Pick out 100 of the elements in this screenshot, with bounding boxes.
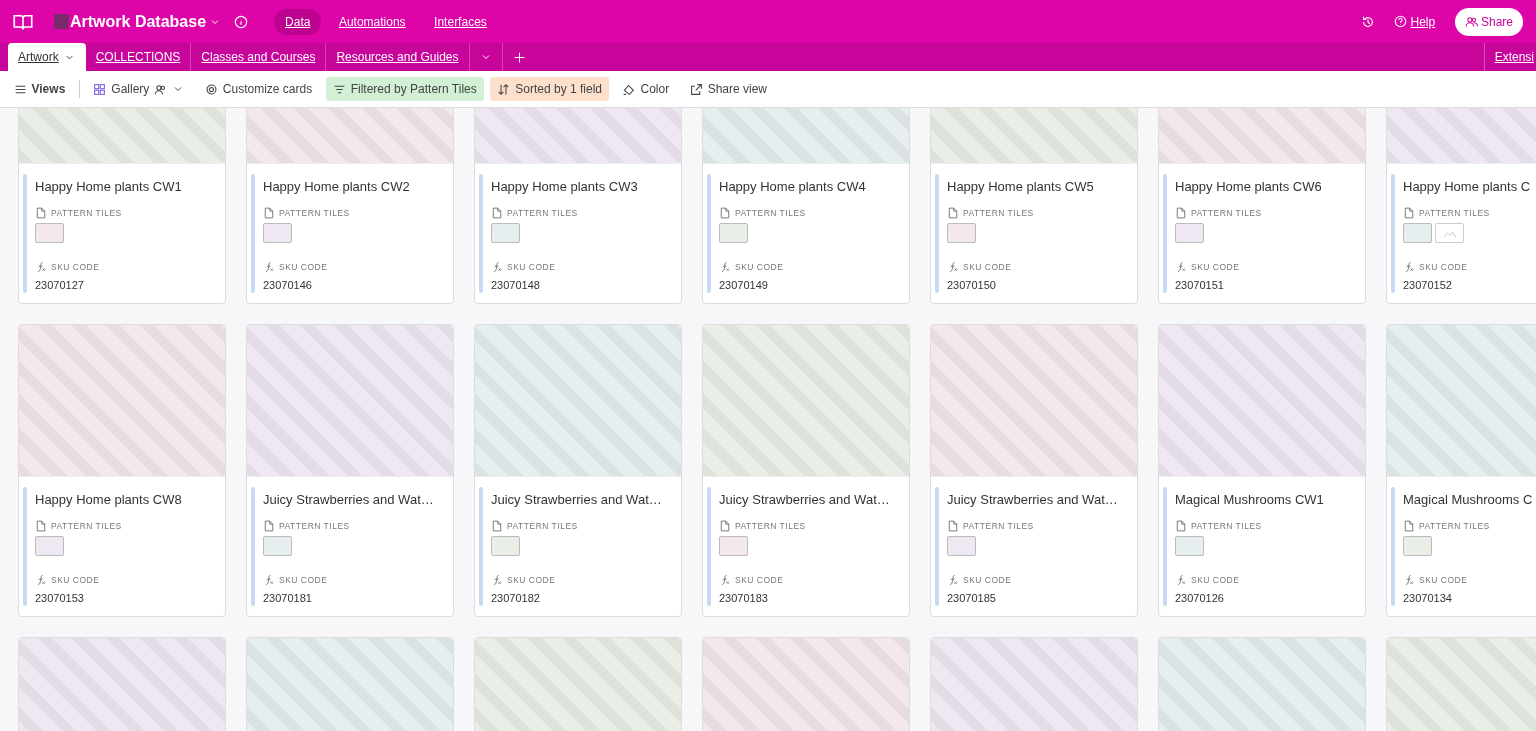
card-title: Happy Home plants CW2	[263, 178, 411, 196]
formula-icon	[719, 573, 731, 586]
attachment-thumbnail[interactable]	[263, 535, 292, 556]
toolbar-button[interactable]: Filtered by Pattern Tiles	[325, 77, 484, 101]
toolbar-button[interactable]: Gallery	[86, 77, 192, 101]
field-label: SKU CODE	[1191, 573, 1240, 587]
gallery-card[interactable]: Happy Home plants CW6 PATTERN TILES SKU CODE 23070151	[1158, 108, 1366, 304]
file-icon	[719, 519, 731, 532]
help-icon	[1394, 15, 1408, 28]
field-label: PATTERN TILES	[51, 206, 122, 220]
table-tab[interactable]: Artwork	[8, 43, 86, 71]
app-title: Artwork Database	[70, 11, 207, 32]
gallery-card[interactable]: Juicy Strawberries and Wat… PATTERN TILES SKU CODE 23070182	[474, 324, 682, 617]
formula-icon	[947, 573, 959, 586]
field-label: SKU CODE	[735, 260, 784, 274]
gallery-card[interactable]: Happy Home plants CW5 PATTERN TILES SKU CODE 23070150	[930, 108, 1138, 304]
sku-code: 23070146	[263, 277, 313, 293]
file-icon	[1175, 519, 1187, 532]
sku-code: 23070185	[947, 590, 997, 606]
card-title: Juicy Strawberries and Wat…	[491, 491, 663, 509]
sku-code: 23070150	[947, 277, 997, 293]
attachment-thumbnail[interactable]	[1403, 222, 1432, 243]
gallery-card[interactable]: Happy Home plants CW4 PATTERN TILES SKU CODE 23070149	[702, 108, 910, 304]
field-label: SKU CODE	[1419, 260, 1468, 274]
attachment-thumbnail[interactable]	[35, 222, 64, 243]
field-label: SKU CODE	[51, 573, 100, 587]
card-title: Juicy Strawberries and Wat…	[263, 491, 435, 509]
formula-icon	[263, 573, 275, 586]
field-label: PATTERN TILES	[1419, 519, 1490, 533]
field-label: PATTERN TILES	[735, 519, 806, 533]
attachment-thumbnail[interactable]	[947, 535, 976, 556]
file-icon	[263, 206, 275, 219]
formula-icon	[1403, 573, 1415, 586]
attachment-thumbnail[interactable]	[1175, 222, 1204, 243]
toolbar-button[interactable]: Sorted by 1 field	[490, 77, 609, 101]
gallery-card[interactable]: Magical Mushrooms CW1 PATTERN TILES SKU CODE 23070126	[1158, 324, 1366, 617]
field-label: PATTERN TILES	[1191, 519, 1262, 533]
formula-icon	[491, 260, 503, 273]
gallery-card[interactable]: Juicy Strawberries and Wat… PATTERN TILES SKU CODE 23070183	[702, 324, 910, 617]
attachment-thumbnail[interactable]	[491, 535, 520, 556]
sku-code: 23070182	[491, 590, 541, 606]
card-title: Juicy Strawberries and Wat…	[719, 491, 891, 509]
toolbar-button[interactable]: Color	[615, 77, 677, 101]
gallery-card[interactable]: Juicy Strawberries and Wat… PATTERN TILES SKU CODE 23070181	[246, 324, 454, 617]
card-title: Happy Home plants CW1	[35, 178, 183, 196]
nav-tab[interactable]: Automations	[327, 8, 417, 35]
share-button[interactable]: Share	[1454, 7, 1523, 36]
file-icon	[719, 206, 731, 219]
image-placeholder-icon[interactable]	[1435, 222, 1465, 243]
file-icon	[35, 206, 47, 219]
field-label: PATTERN TILES	[963, 206, 1034, 220]
sku-code: 23070127	[35, 277, 85, 293]
toolbar-button[interactable]: Customize cards	[197, 77, 320, 101]
toolbar-button[interactable]: Views	[6, 77, 73, 101]
formula-icon	[1175, 573, 1187, 586]
attachment-thumbnail[interactable]	[35, 535, 64, 556]
grid-icon	[93, 82, 107, 96]
gallery-card[interactable]: Magical Mushrooms C PATTERN TILES SKU CODE 23070134	[1386, 324, 1536, 617]
card-title: Happy Home plants CW6	[1175, 178, 1323, 196]
attachment-thumbnail[interactable]	[1403, 535, 1432, 556]
field-label: PATTERN TILES	[51, 519, 122, 533]
attachment-thumbnail[interactable]	[947, 222, 976, 243]
card-title: Juicy Strawberries and Wat…	[947, 491, 1119, 509]
gallery-card[interactable]: Happy Home plants C PATTERN TILES SKU CODE 23070152	[1386, 108, 1536, 304]
file-icon	[947, 206, 959, 219]
formula-icon	[263, 260, 275, 273]
formula-icon	[35, 573, 47, 586]
sku-code: 23070152	[1403, 277, 1453, 293]
gallery-card[interactable]: Juicy Strawberries and Wat… PATTERN TILES SKU CODE 23070185	[930, 324, 1138, 617]
sku-code: 23070151	[1175, 277, 1225, 293]
sku-code: 23070181	[263, 590, 313, 606]
attachment-thumbnail[interactable]	[719, 222, 748, 243]
sku-code: 23070148	[491, 277, 541, 293]
toolbar-button[interactable]: Share view	[682, 77, 775, 101]
gallery-card[interactable]: Happy Home plants CW1 PATTERN TILES SKU CODE 23070127	[18, 108, 226, 304]
nav-tab[interactable]: Data	[274, 8, 322, 35]
field-label: PATTERN TILES	[963, 519, 1034, 533]
sku-code: 23070126	[1175, 590, 1225, 606]
attachment-thumbnail[interactable]	[263, 222, 292, 243]
field-label: SKU CODE	[1419, 573, 1468, 587]
sku-code: 23070183	[719, 590, 769, 606]
history-icon	[1360, 14, 1375, 29]
nav-tab[interactable]: Interfaces	[423, 8, 498, 35]
help-link[interactable]: Help	[1394, 12, 1436, 31]
attachment-thumbnail[interactable]	[1175, 535, 1204, 556]
card-title: Magical Mushrooms C	[1403, 491, 1534, 509]
file-icon	[263, 519, 275, 532]
sku-code: 23070153	[35, 590, 85, 606]
field-label: SKU CODE	[963, 260, 1012, 274]
gallery-card[interactable]: Happy Home plants CW8 PATTERN TILES SKU CODE 23070153	[18, 324, 226, 617]
attachment-thumbnail[interactable]	[491, 222, 520, 243]
gallery-card[interactable]: Happy Home plants CW3 PATTERN TILES SKU CODE 23070148	[474, 108, 682, 304]
card-title: Magical Mushrooms CW1	[1175, 491, 1325, 509]
card-title: Happy Home plants CW8	[35, 491, 183, 509]
field-label: PATTERN TILES	[279, 519, 350, 533]
sort-icon	[497, 82, 511, 96]
logo-icon	[54, 14, 69, 29]
gallery-card[interactable]: Happy Home plants CW2 PATTERN TILES SKU CODE 23070146	[246, 108, 454, 304]
paint-bucket-icon	[622, 82, 636, 96]
attachment-thumbnail[interactable]	[719, 535, 748, 556]
